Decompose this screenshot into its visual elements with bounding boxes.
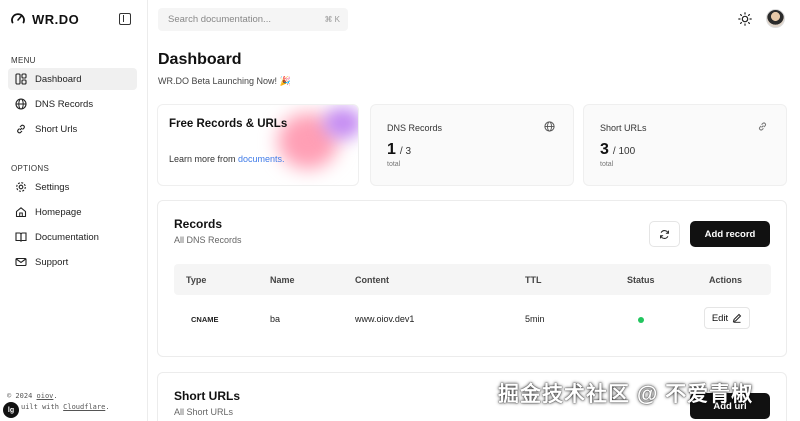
sidebar-item-label: Short Urls <box>35 123 78 135</box>
globe-icon <box>544 121 555 132</box>
gauge-icon <box>11 13 25 24</box>
gradient-decoration <box>323 107 358 139</box>
search-shortcut: ⌘ K <box>324 15 340 24</box>
dashboard-icon <box>15 73 27 85</box>
stat-limit: / 3 <box>399 146 412 157</box>
gear-icon <box>16 182 26 192</box>
edit-label: Edit <box>711 312 729 324</box>
add-record-button[interactable]: Add record <box>690 221 770 247</box>
short-urls-title: Short URLs <box>174 389 240 403</box>
stat-label: Short URLs <box>600 123 647 133</box>
stat-value: 3/ 100 <box>600 141 635 159</box>
mail-icon <box>15 257 27 267</box>
footer-copyright-suffix: . <box>53 392 58 400</box>
promo-title: Free Records & URLs <box>169 118 288 130</box>
sidebar-item-documentation[interactable]: Documentation <box>8 226 137 248</box>
column-header: TTL <box>525 275 542 285</box>
records-subtitle: All DNS Records <box>174 235 242 245</box>
column-header: Name <box>270 275 295 285</box>
promo-learn-more: Learn more from documents. <box>169 154 285 164</box>
sidebar-item-label: Homepage <box>35 206 82 218</box>
search-input[interactable]: Search documentation... ⌘ K <box>158 8 348 31</box>
dns-records-stat-card[interactable]: DNS Records 1/ 3 total <box>370 104 574 186</box>
sidebar-collapse-icon[interactable] <box>119 13 131 25</box>
column-header: Type <box>186 275 207 285</box>
column-header: Actions <box>709 275 743 285</box>
globe-icon <box>15 98 27 110</box>
sidebar-item-label: Documentation <box>35 231 99 243</box>
column-header: Status <box>627 275 655 285</box>
page-title: Dashboard <box>158 51 242 68</box>
refresh-button[interactable] <box>649 221 680 247</box>
options-section-label: OPTIONS <box>11 164 50 173</box>
sidebar-item-support[interactable]: Support <box>8 251 137 273</box>
records-panel: Records All DNS Records Add record Type … <box>157 200 787 357</box>
refresh-icon <box>660 229 669 239</box>
records-title: Records <box>174 217 223 231</box>
record-name: ba <box>270 314 281 324</box>
sidebar-item-label: Settings <box>35 181 70 193</box>
sidebar-item-homepage[interactable]: Homepage <box>8 201 137 223</box>
promo-card: Free Records & URLs Learn more from docu… <box>157 104 359 186</box>
page-subtitle: WR.DO Beta Launching Now! 🎉 <box>158 76 291 86</box>
footer-built-suffix: . <box>105 403 110 411</box>
documents-link[interactable]: documents. <box>238 154 285 164</box>
sidebar-item-dns-records[interactable]: DNS Records <box>8 93 137 115</box>
brand-logo[interactable]: WR.DO <box>10 11 79 27</box>
sidebar-item-label: Dashboard <box>35 73 82 85</box>
footer-copyright: © 2024 oiov. <box>7 392 58 400</box>
avatar[interactable] <box>766 9 785 28</box>
short-urls-stat-card[interactable]: Short URLs 3/ 100 total <box>583 104 787 186</box>
status-active-dot <box>638 317 644 323</box>
sidebar-item-short-urls[interactable]: Short Urls <box>8 118 137 140</box>
footer-copyright-prefix: © 2024 <box>7 392 37 400</box>
edit-button[interactable]: Edit <box>704 307 750 329</box>
sidebar-item-label: Support <box>35 256 69 268</box>
short-urls-subtitle: All Short URLs <box>174 407 234 417</box>
sun-icon[interactable] <box>738 12 752 26</box>
lg-badge[interactable]: lg <box>3 402 19 418</box>
promo-learn-prefix: Learn more from <box>169 154 239 164</box>
stat-count: 3 <box>600 141 609 158</box>
link-icon <box>17 124 25 134</box>
stat-limit: / 100 <box>612 146 636 157</box>
sidebar-item-settings[interactable]: Settings <box>8 176 137 198</box>
table-header: Type Name Content TTL Status Actions <box>174 264 771 295</box>
link-icon <box>758 122 767 131</box>
column-header: Content <box>355 275 389 285</box>
stat-count: 1 <box>387 141 396 158</box>
pencil-icon <box>733 313 742 323</box>
home-icon <box>15 207 27 218</box>
stat-label: DNS Records <box>387 123 443 133</box>
sidebar-item-label: DNS Records <box>35 98 94 110</box>
watermark: 掘金技术社区 @ 不爱青椒 <box>498 383 754 406</box>
sidebar: WR.DO MENU Dashboard DNS Records Short U… <box>0 0 148 421</box>
sidebar-item-dashboard[interactable]: Dashboard <box>8 68 137 90</box>
footer-built-prefix: uilt with <box>21 403 64 411</box>
stat-sub: total <box>387 161 401 168</box>
record-type: CNAME <box>191 315 219 324</box>
brand-name: WR.DO <box>32 11 80 27</box>
footer-author-link[interactable]: oiov <box>37 392 54 400</box>
stat-sub: total <box>600 161 614 168</box>
stat-value: 1/ 3 <box>387 141 411 159</box>
menu-section-label: MENU <box>11 56 36 65</box>
book-icon <box>15 232 27 242</box>
search-placeholder: Search documentation... <box>168 14 271 25</box>
footer-built-with: uilt with Cloudflare. <box>21 403 110 411</box>
record-content: www.oiov.dev1 <box>355 314 415 324</box>
footer-cloudflare-link[interactable]: Cloudflare <box>63 403 105 411</box>
record-ttl: 5min <box>525 314 545 324</box>
